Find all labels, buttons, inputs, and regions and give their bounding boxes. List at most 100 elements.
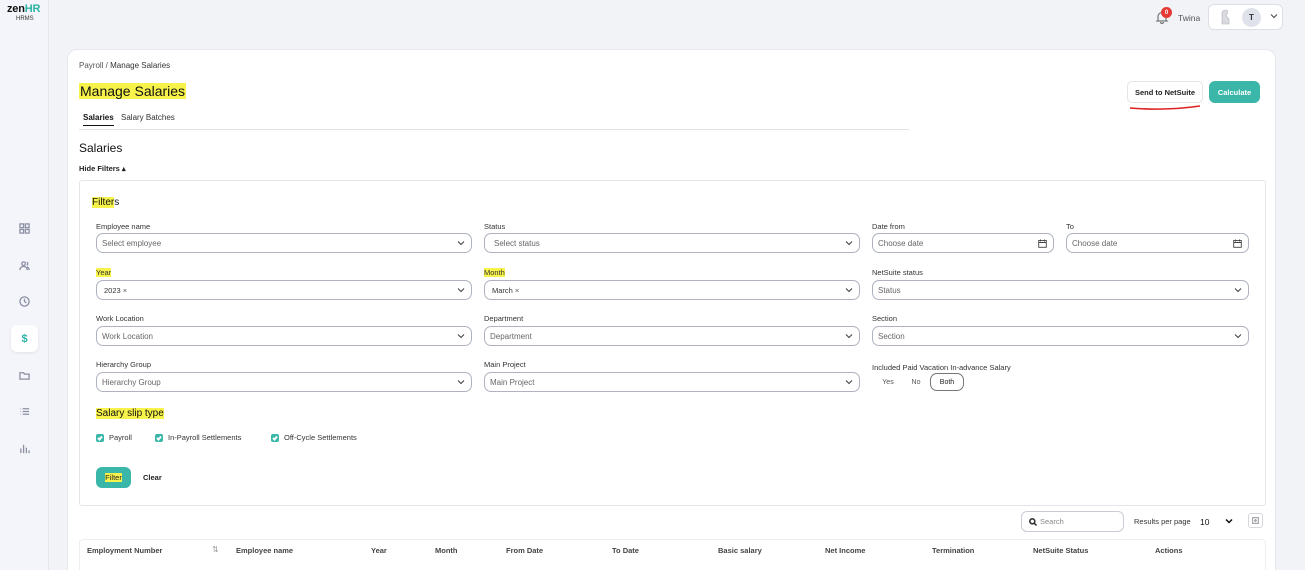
grid-icon [19, 223, 30, 234]
checkbox-checked-icon [155, 433, 163, 442]
annotation-underline [1129, 105, 1201, 110]
year-select[interactable]: 2023 × [96, 280, 472, 300]
nav-reports[interactable] [11, 435, 38, 462]
send-to-netsuite-button[interactable]: Send to NetSuite [1127, 81, 1203, 103]
date-from-input[interactable]: Choose date [872, 233, 1054, 253]
checkbox-in-payroll-settlements[interactable]: In-Payroll Settlements [155, 433, 241, 442]
chevron-down-icon [845, 288, 853, 293]
checkbox-payroll[interactable]: Payroll [96, 433, 132, 442]
nav-attendance[interactable] [11, 288, 38, 315]
app-logo[interactable]: zenHR [7, 3, 40, 15]
nav-documents[interactable] [11, 362, 38, 389]
option-both[interactable]: Both [930, 373, 964, 391]
chevron-down-icon [457, 380, 465, 385]
column-net-income[interactable]: Net Income [825, 546, 865, 555]
month-chip[interactable]: March × [492, 286, 519, 295]
year-chip[interactable]: 2023 × [104, 286, 127, 295]
year-label: Year [96, 268, 112, 277]
chevron-down-icon [457, 334, 465, 339]
date-to-label: To [1066, 222, 1074, 231]
hierarchy-group-select[interactable]: Hierarchy Group [96, 372, 472, 392]
department-label: Department [484, 314, 524, 323]
breadcrumb-current: Manage Salaries [110, 61, 171, 70]
chevron-down-icon [845, 241, 853, 246]
column-year[interactable]: Year [371, 546, 387, 555]
employee-select[interactable]: Select employee [96, 233, 472, 253]
main-project-select[interactable]: Main Project [484, 372, 860, 392]
breadcrumb-payroll[interactable]: Payroll [79, 61, 103, 70]
tab-salaries[interactable]: Salaries [83, 113, 114, 126]
tab-salary-batches[interactable]: Salary Batches [121, 113, 175, 122]
remove-chip-icon[interactable]: × [123, 286, 127, 295]
column-basic-salary[interactable]: Basic salary [718, 546, 762, 555]
breadcrumb: Payroll / Manage Salaries [79, 61, 171, 70]
chevron-down-icon [457, 241, 465, 246]
chevron-down-icon [1270, 14, 1278, 19]
salary-slip-type-title: Salary slip type [96, 408, 164, 419]
month-select[interactable]: March × [484, 280, 860, 300]
user-menu[interactable]: T [1208, 4, 1283, 30]
clock-icon [19, 296, 30, 307]
chevron-down-icon [457, 288, 465, 293]
folder-icon [19, 372, 30, 380]
paid-vacation-toggle: Yes No Both [874, 373, 964, 391]
checkbox-off-cycle-settlements[interactable]: Off-Cycle Settlements [271, 433, 357, 442]
search-input[interactable]: Search [1021, 511, 1124, 532]
section-label: Section [872, 314, 898, 323]
checkbox-checked-icon [271, 433, 279, 442]
nav-employees[interactable] [11, 252, 38, 279]
netsuite-status-select[interactable]: Status [872, 280, 1249, 300]
filter-button[interactable]: Filter [96, 467, 131, 488]
column-actions: Actions [1155, 546, 1183, 555]
checkbox-checked-icon [96, 433, 104, 442]
option-yes[interactable]: Yes [874, 373, 902, 391]
app-logo-subtitle: HRMS [16, 16, 34, 22]
status-label: Status [484, 222, 506, 231]
nav-lists[interactable] [11, 398, 38, 425]
section-select[interactable]: Section [872, 326, 1249, 346]
column-employee-name[interactable]: Employee name [236, 546, 293, 555]
date-from-label: Date from [872, 222, 905, 231]
section-title: Salaries [79, 141, 123, 155]
company-logo-icon [1221, 9, 1230, 25]
status-select[interactable]: Select status [484, 233, 860, 253]
list-icon [20, 408, 30, 415]
chevron-down-icon[interactable] [1225, 517, 1233, 525]
user-name: Twina [1178, 13, 1201, 23]
chevron-down-icon [1234, 288, 1242, 293]
nav-dashboard[interactable] [11, 215, 38, 242]
search-icon [1029, 518, 1037, 526]
main-project-label: Main Project [484, 360, 526, 369]
remove-chip-icon[interactable]: × [515, 286, 519, 295]
chevron-down-icon [845, 380, 853, 385]
notification-badge: 0 [1161, 7, 1172, 18]
option-no[interactable]: No [902, 373, 930, 391]
column-from-date[interactable]: From Date [506, 546, 543, 555]
page-title: Manage Salaries [79, 83, 187, 99]
chevron-down-icon [845, 334, 853, 339]
column-employment-number[interactable]: Employment Number [87, 546, 162, 555]
column-termination[interactable]: Termination [932, 546, 974, 555]
employee-name-label: Employee name [96, 222, 151, 231]
avatar: T [1242, 8, 1261, 27]
export-icon[interactable] [1248, 513, 1263, 528]
chevron-down-icon [1234, 334, 1242, 339]
hide-filters-toggle[interactable]: Hide Filters ▴ [79, 164, 126, 173]
month-label: Month [484, 268, 505, 277]
clear-button[interactable]: Clear [143, 473, 162, 482]
work-location-label: Work Location [96, 314, 144, 323]
work-location-select[interactable]: Work Location [96, 326, 472, 346]
filters-title: Filters [92, 197, 120, 208]
sort-icon[interactable]: ⇅ [212, 545, 219, 554]
department-select[interactable]: Department [484, 326, 860, 346]
column-netsuite-status[interactable]: NetSuite Status [1033, 546, 1088, 555]
column-month[interactable]: Month [435, 546, 458, 555]
calculate-button[interactable]: Calculate [1209, 81, 1260, 103]
nav-payroll[interactable]: $ [11, 325, 38, 352]
results-per-page-select[interactable]: 10 [1200, 517, 1209, 527]
calendar-icon [1233, 239, 1242, 248]
column-to-date[interactable]: To Date [612, 546, 639, 555]
paid-vacation-label: Included Paid Vacation In-advance Salary [872, 363, 1011, 372]
date-to-input[interactable]: Choose date [1066, 233, 1249, 253]
bar-chart-icon [20, 444, 30, 454]
